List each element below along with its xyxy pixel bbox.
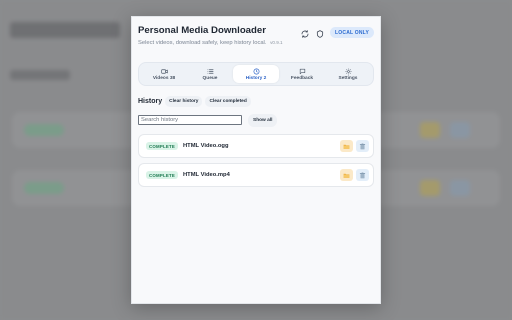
tab-feedback[interactable]: Feedback [279,65,325,83]
tab-videos[interactable]: Videos 38 [141,65,187,83]
list-item: COMPLETE HTML Video.ogg [138,134,374,158]
open-folder-button[interactable] [340,140,353,152]
search-input[interactable] [138,115,242,125]
tab-settings[interactable]: Settings [325,65,371,83]
refresh-icon [301,30,309,38]
history-toolbar: History Clear history Clear completed [138,95,374,107]
folder-icon [343,144,350,149]
tab-label: Feedback [290,75,314,81]
shield-icon [316,30,324,38]
tab-history[interactable]: History 2 [233,65,279,83]
folder-icon [343,173,350,178]
tab-label: Videos 38 [152,75,176,81]
message-icon [299,68,305,74]
tab-label: Queue [202,75,218,81]
status-badge: COMPLETE [146,171,178,179]
gear-icon [345,68,351,74]
history-list: COMPLETE HTML Video.ogg COMPLETE HTML Vi… [138,134,374,187]
background-title [10,22,120,38]
search-row: Show all [138,113,374,127]
delete-button[interactable] [356,169,369,181]
show-all-button[interactable]: Show all [248,113,278,127]
refresh-button[interactable] [299,28,311,40]
tab-label: History 2 [245,75,267,81]
trash-icon [359,143,366,149]
delete-button[interactable] [356,140,369,152]
tab-bar: Videos 38 Queue History 2 Feedback Setti… [138,62,374,86]
clock-icon [253,68,259,74]
header: Personal Media Downloader Select videos,… [138,24,374,54]
tab-queue[interactable]: Queue [187,65,233,83]
app-subtitle: Select videos, download safely, keep his… [138,40,283,46]
file-name: HTML Video.ogg [183,143,229,149]
app-title: Personal Media Downloader [138,25,266,36]
background-subtitle [10,70,70,80]
list-item: COMPLETE HTML Video.mp4 [138,163,374,187]
tab-label: Settings [338,75,358,81]
clear-history-button[interactable]: Clear history [165,95,203,107]
privacy-shield-button[interactable] [314,28,326,40]
clear-completed-button[interactable]: Clear completed [205,95,251,107]
app-version: v0.9.1 [270,40,283,45]
open-folder-button[interactable] [340,169,353,181]
app-subtitle-text: Select videos, download safely, keep his… [138,40,267,46]
list-icon [207,68,213,74]
status-badge: COMPLETE [146,142,178,150]
file-name: HTML Video.mp4 [183,172,230,178]
video-icon [160,68,168,74]
trash-icon [359,172,366,178]
local-only-badge: LOCAL ONLY [330,27,374,38]
history-title: History [138,97,163,105]
downloader-popup: Personal Media Downloader Select videos,… [131,16,381,304]
